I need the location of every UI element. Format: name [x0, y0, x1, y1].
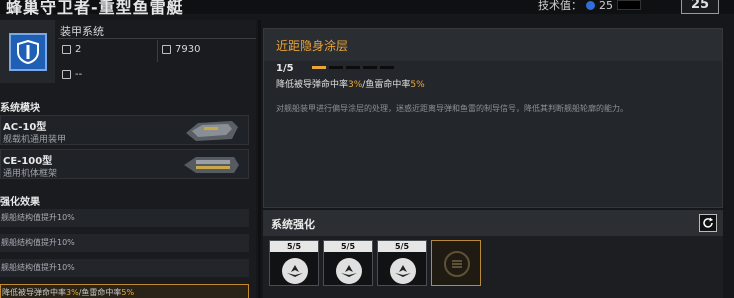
slot-count: 5/5: [378, 241, 426, 252]
armor-stat-structure-value: 7930: [175, 44, 201, 55]
enhance-title: 系统强化: [271, 218, 315, 231]
enhance-effects-title: 强化效果: [0, 197, 40, 208]
module-item[interactable]: AC-10型 舰载机通用装甲: [0, 115, 249, 145]
buff-active-value1: 3%: [66, 288, 79, 297]
level-segment: [380, 66, 394, 69]
armor-stat-durability-value: 2: [75, 44, 82, 55]
detail-effect-text: 降低被导弹命中率: [276, 80, 349, 90]
buff-row: 舰船结构值提升10%: [0, 209, 249, 227]
detail-description: 对舰船装甲进行偏导涂层的处理，迷惑近距离导弹和鱼雷的制导信号，降低其判断舰船轮廓…: [276, 104, 628, 113]
level-segment: [312, 66, 326, 69]
detail-title: 近距隐身涂层: [276, 39, 349, 53]
detail-panel: 近距隐身涂层 1/5 降低被导弹命中率3%/鱼雷命中率5% 对舰船装甲进行偏导涂…: [263, 28, 723, 208]
enhance-slot[interactable]: 5/5: [323, 240, 373, 286]
structure-icon: [162, 45, 171, 54]
enhance-slot[interactable]: 5/5: [377, 240, 427, 286]
module-description: 舰载机通用装甲: [3, 135, 67, 145]
module-description: 通用机体框架: [3, 169, 58, 179]
armor-type-icon: [62, 45, 71, 54]
level-progress-bar: [312, 66, 394, 69]
tech-label: 技术值：: [538, 0, 582, 12]
shield-icon: [8, 32, 47, 71]
armor-stat-durability: 2: [62, 44, 81, 55]
armor-stat-extra: --: [62, 69, 82, 80]
armor-system-title: 装甲系统: [60, 25, 104, 38]
ship-emblem-icon: [390, 258, 416, 284]
page-title: 蜂巢守卫者-重型鱼雷艇: [6, 0, 184, 17]
buff-row-active[interactable]: 降低被导弹命中率3%/鱼雷命中率5%: [0, 284, 249, 298]
module-item[interactable]: CE-100型 通用机体框架: [0, 149, 249, 179]
detail-effect: 降低被导弹命中率3%/鱼雷命中率5%: [276, 77, 425, 90]
refresh-icon: [703, 217, 713, 228]
ship-emblem-icon: [282, 258, 308, 284]
armor-stat-structure: 7930: [162, 44, 200, 55]
tech-bar: [617, 0, 641, 10]
ship-emblem-icon: [336, 258, 362, 284]
buff-row: 舰船结构值提升10%: [0, 259, 249, 277]
armor-system-icon-box[interactable]: [0, 20, 55, 83]
slot-count: 5/5: [324, 241, 372, 252]
armor-extra-icon: [62, 70, 71, 79]
slot-count: 5/5: [270, 241, 318, 252]
armor-separator: [58, 38, 256, 39]
tech-value-display: 技术值： 25: [538, 0, 641, 13]
enhance-slot[interactable]: 5/5: [269, 240, 319, 286]
system-enhance-panel: 系统强化 5/5 5/5 5/5: [263, 210, 723, 298]
tech-level-button[interactable]: 25: [681, 0, 719, 14]
enhance-slot-locked[interactable]: [431, 240, 481, 286]
detail-effect-value1: 3%: [348, 80, 363, 90]
enhance-header: [263, 210, 723, 236]
armor-module-image: [186, 121, 238, 141]
level-segment: [346, 66, 360, 69]
detail-effect-text2: /鱼雷命中率: [362, 80, 411, 90]
buff-active-value2: 5%: [121, 288, 135, 297]
detail-effect-value2: 5%: [410, 80, 425, 90]
locked-slot-icon: [444, 251, 470, 277]
system-modules-title: 系统模块: [0, 103, 40, 114]
refresh-button[interactable]: [699, 214, 717, 232]
detail-level: 1/5: [276, 63, 294, 74]
tech-point-icon: [586, 0, 595, 10]
stat-separator: [157, 40, 158, 62]
buff-row: 舰船结构值提升10%: [0, 234, 249, 252]
buff-active-text: 降低被导弹命中率: [2, 288, 66, 297]
level-segment: [363, 66, 377, 69]
tech-value: 25: [599, 0, 613, 12]
armor-stat-extra-value: --: [75, 69, 83, 80]
buff-active-text2: /鱼雷命中率: [78, 288, 122, 297]
module-name: CE-100型: [3, 156, 53, 167]
module-name: AC-10型: [3, 122, 47, 133]
frame-module-image: [184, 157, 239, 173]
panel-divider: [258, 20, 261, 298]
level-segment: [329, 66, 343, 69]
